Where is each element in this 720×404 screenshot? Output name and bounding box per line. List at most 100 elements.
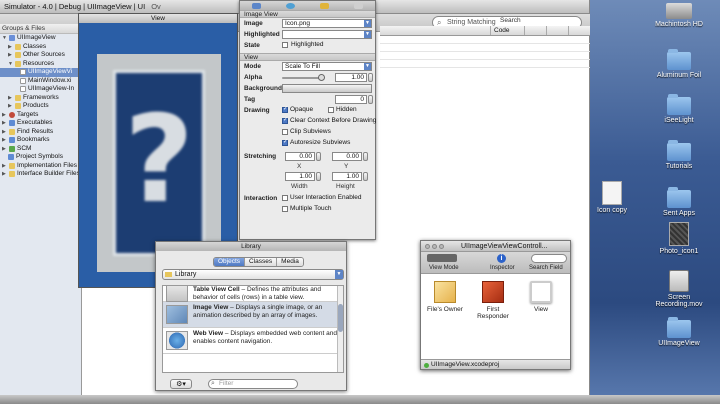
clip-subviews-checkbox[interactable]	[282, 129, 288, 135]
autoresize-checkbox[interactable]	[282, 138, 288, 146]
opaque-checkbox[interactable]	[282, 105, 288, 113]
section-image-view[interactable]: Image View	[240, 10, 375, 18]
detail-table-header: Code	[380, 26, 590, 36]
sidebar-item-mainwindow-xib[interactable]: MainWindow.xi	[0, 77, 81, 86]
tab-objects[interactable]: Objects	[214, 258, 246, 266]
window-title[interactable]: Simulator - 4.0 | Debug | UIImageView | …	[4, 2, 145, 11]
desktop-icon-sent-apps[interactable]: Sent Apps	[644, 187, 714, 217]
desktop-icon-photo[interactable]: Photo_icon1	[644, 222, 714, 255]
minimize-icon[interactable]	[432, 244, 437, 249]
sidebar-item-other-sources[interactable]: ▶ Other Sources	[0, 51, 81, 60]
stretch-y-stepper[interactable]	[363, 152, 368, 161]
first-responder-object[interactable]: First Responder	[471, 281, 515, 320]
connections-tab-icon[interactable]	[286, 2, 296, 9]
library-popup[interactable]: Library ▼	[162, 269, 344, 280]
web-view-icon	[166, 331, 188, 350]
column-header-errors[interactable]	[524, 26, 546, 35]
background-color-well[interactable]	[282, 84, 372, 93]
view-mode-control[interactable]	[427, 254, 457, 262]
chevron-down-icon[interactable]: ▼	[364, 63, 371, 70]
stretch-x-stepper[interactable]	[316, 152, 321, 161]
chevron-down-icon[interactable]: ▼	[364, 20, 371, 27]
highlighted-checkbox[interactable]	[282, 42, 288, 48]
target-icon	[9, 111, 15, 118]
sidebar-item-targets[interactable]: ▶ Targets	[0, 111, 81, 120]
image-view[interactable]: ?	[97, 54, 221, 272]
sidebar-item-viewcontroller-xib[interactable]: UIImageViewVi	[0, 68, 81, 77]
column-header-file[interactable]	[380, 26, 490, 35]
cube-icon	[434, 281, 456, 303]
table-row[interactable]	[380, 53, 590, 60]
library-filter-input[interactable]: ⌕ Filter	[208, 379, 298, 389]
column-header-warnings[interactable]	[546, 26, 568, 35]
image-combo[interactable]: Icon.png ▼	[282, 19, 372, 28]
document-search-input[interactable]	[531, 254, 567, 263]
alpha-slider-knob[interactable]	[318, 74, 325, 81]
attributes-tab-icon[interactable]	[252, 2, 262, 9]
desktop-icon-aluminum[interactable]: Aluminum Foil	[644, 49, 714, 79]
desktop-icon-uiimageview[interactable]: UIImageView	[644, 317, 714, 347]
info-icon[interactable]: i	[497, 254, 506, 263]
sidebar-item-interface-builder-files[interactable]: ▶ Interface Builder Files	[0, 170, 81, 179]
sidebar-item-classes[interactable]: ▶ Classes	[0, 43, 81, 52]
chevron-down-icon[interactable]: ▼	[364, 31, 371, 38]
files-owner-object[interactable]: File's Owner	[423, 281, 467, 313]
view-object[interactable]: View	[519, 281, 563, 313]
user-interaction-checkbox[interactable]	[282, 195, 288, 201]
tab-media[interactable]: Media	[277, 258, 303, 266]
sidebar-item-products[interactable]: ▶ Products	[0, 102, 81, 111]
stretch-x-field[interactable]: 0.00	[285, 152, 315, 161]
desktop-icon-screen-recording[interactable]: Screen Recording.mov	[644, 270, 714, 308]
library-scrollbar[interactable]	[337, 286, 343, 372]
chevron-down-icon[interactable]: ▼	[335, 270, 343, 279]
column-header-code[interactable]: Code	[490, 26, 524, 35]
sidebar-item-frameworks[interactable]: ▶ Frameworks	[0, 94, 81, 103]
sidebar-item-resources[interactable]: ▼ Resources	[0, 60, 81, 69]
stretch-y-field[interactable]: 0.00	[332, 152, 362, 161]
sidebar-item-find-results[interactable]: ▶ Find Results	[0, 128, 81, 137]
size-tab-icon[interactable]	[319, 2, 329, 9]
close-icon[interactable]	[425, 244, 430, 249]
alpha-stepper[interactable]	[368, 73, 373, 82]
executable-icon	[9, 120, 15, 127]
column-header-target[interactable]	[568, 26, 590, 35]
tag-field[interactable]: 0	[335, 95, 367, 104]
sidebar-item-project[interactable]: ▼ UIImageView	[0, 34, 81, 43]
table-row[interactable]	[380, 61, 590, 68]
table-row[interactable]	[380, 45, 590, 52]
scrollbar-thumb[interactable]	[338, 304, 343, 332]
sidebar-item-executables[interactable]: ▶ Executables	[0, 119, 81, 128]
zoom-icon[interactable]	[439, 244, 444, 249]
tag-stepper[interactable]	[368, 95, 373, 104]
desktop-icon-iseelight[interactable]: iSeeLight	[644, 94, 714, 124]
multiple-touch-checkbox[interactable]	[282, 206, 288, 212]
stretch-width-field[interactable]: 1.00	[285, 172, 315, 181]
list-item[interactable]: Table View Cell – Defines the attributes…	[163, 286, 343, 302]
clear-context-checkbox[interactable]	[282, 116, 288, 124]
mode-select[interactable]: Scale To Fill ▼	[282, 62, 372, 71]
tab-classes[interactable]: Classes	[245, 258, 278, 266]
sidebar-item-scm[interactable]: ▶ SCM	[0, 145, 81, 154]
identity-tab-icon[interactable]	[353, 2, 363, 9]
stretch-height-stepper[interactable]	[363, 172, 368, 181]
tag-row: Tag 0	[240, 94, 375, 105]
list-item[interactable]: Web View – Displays embedded web content…	[163, 328, 343, 354]
library-panel: Library Objects Classes Media Library ▼ …	[155, 241, 347, 391]
table-row[interactable]	[380, 37, 590, 44]
gear-icon[interactable]: ⚙▾	[170, 379, 192, 389]
background-row: Background	[240, 83, 375, 94]
sidebar-item-project-symbols[interactable]: Project Symbols	[0, 153, 81, 162]
stretch-width-stepper[interactable]	[316, 172, 321, 181]
sidebar-item-implementation-files[interactable]: ▶ Implementation Files	[0, 162, 81, 171]
hidden-checkbox[interactable]	[328, 107, 334, 113]
alpha-field[interactable]: 1.00	[335, 73, 367, 82]
desktop-icon-tutorials[interactable]: Tutorials	[644, 140, 714, 170]
stretch-height-field[interactable]: 1.00	[332, 172, 362, 181]
section-view[interactable]: View	[240, 53, 375, 61]
sidebar-item-info-plist[interactable]: UIImageView-In	[0, 85, 81, 94]
desktop-icon-hdd[interactable]: Machintosh HD	[644, 3, 714, 28]
list-item[interactable]: Image View – Displays a single image, or…	[163, 302, 343, 328]
sidebar-item-bookmarks[interactable]: ▶ Bookmarks	[0, 136, 81, 145]
highlighted-combo[interactable]: ▼	[282, 30, 372, 39]
alpha-slider[interactable]	[282, 77, 320, 79]
